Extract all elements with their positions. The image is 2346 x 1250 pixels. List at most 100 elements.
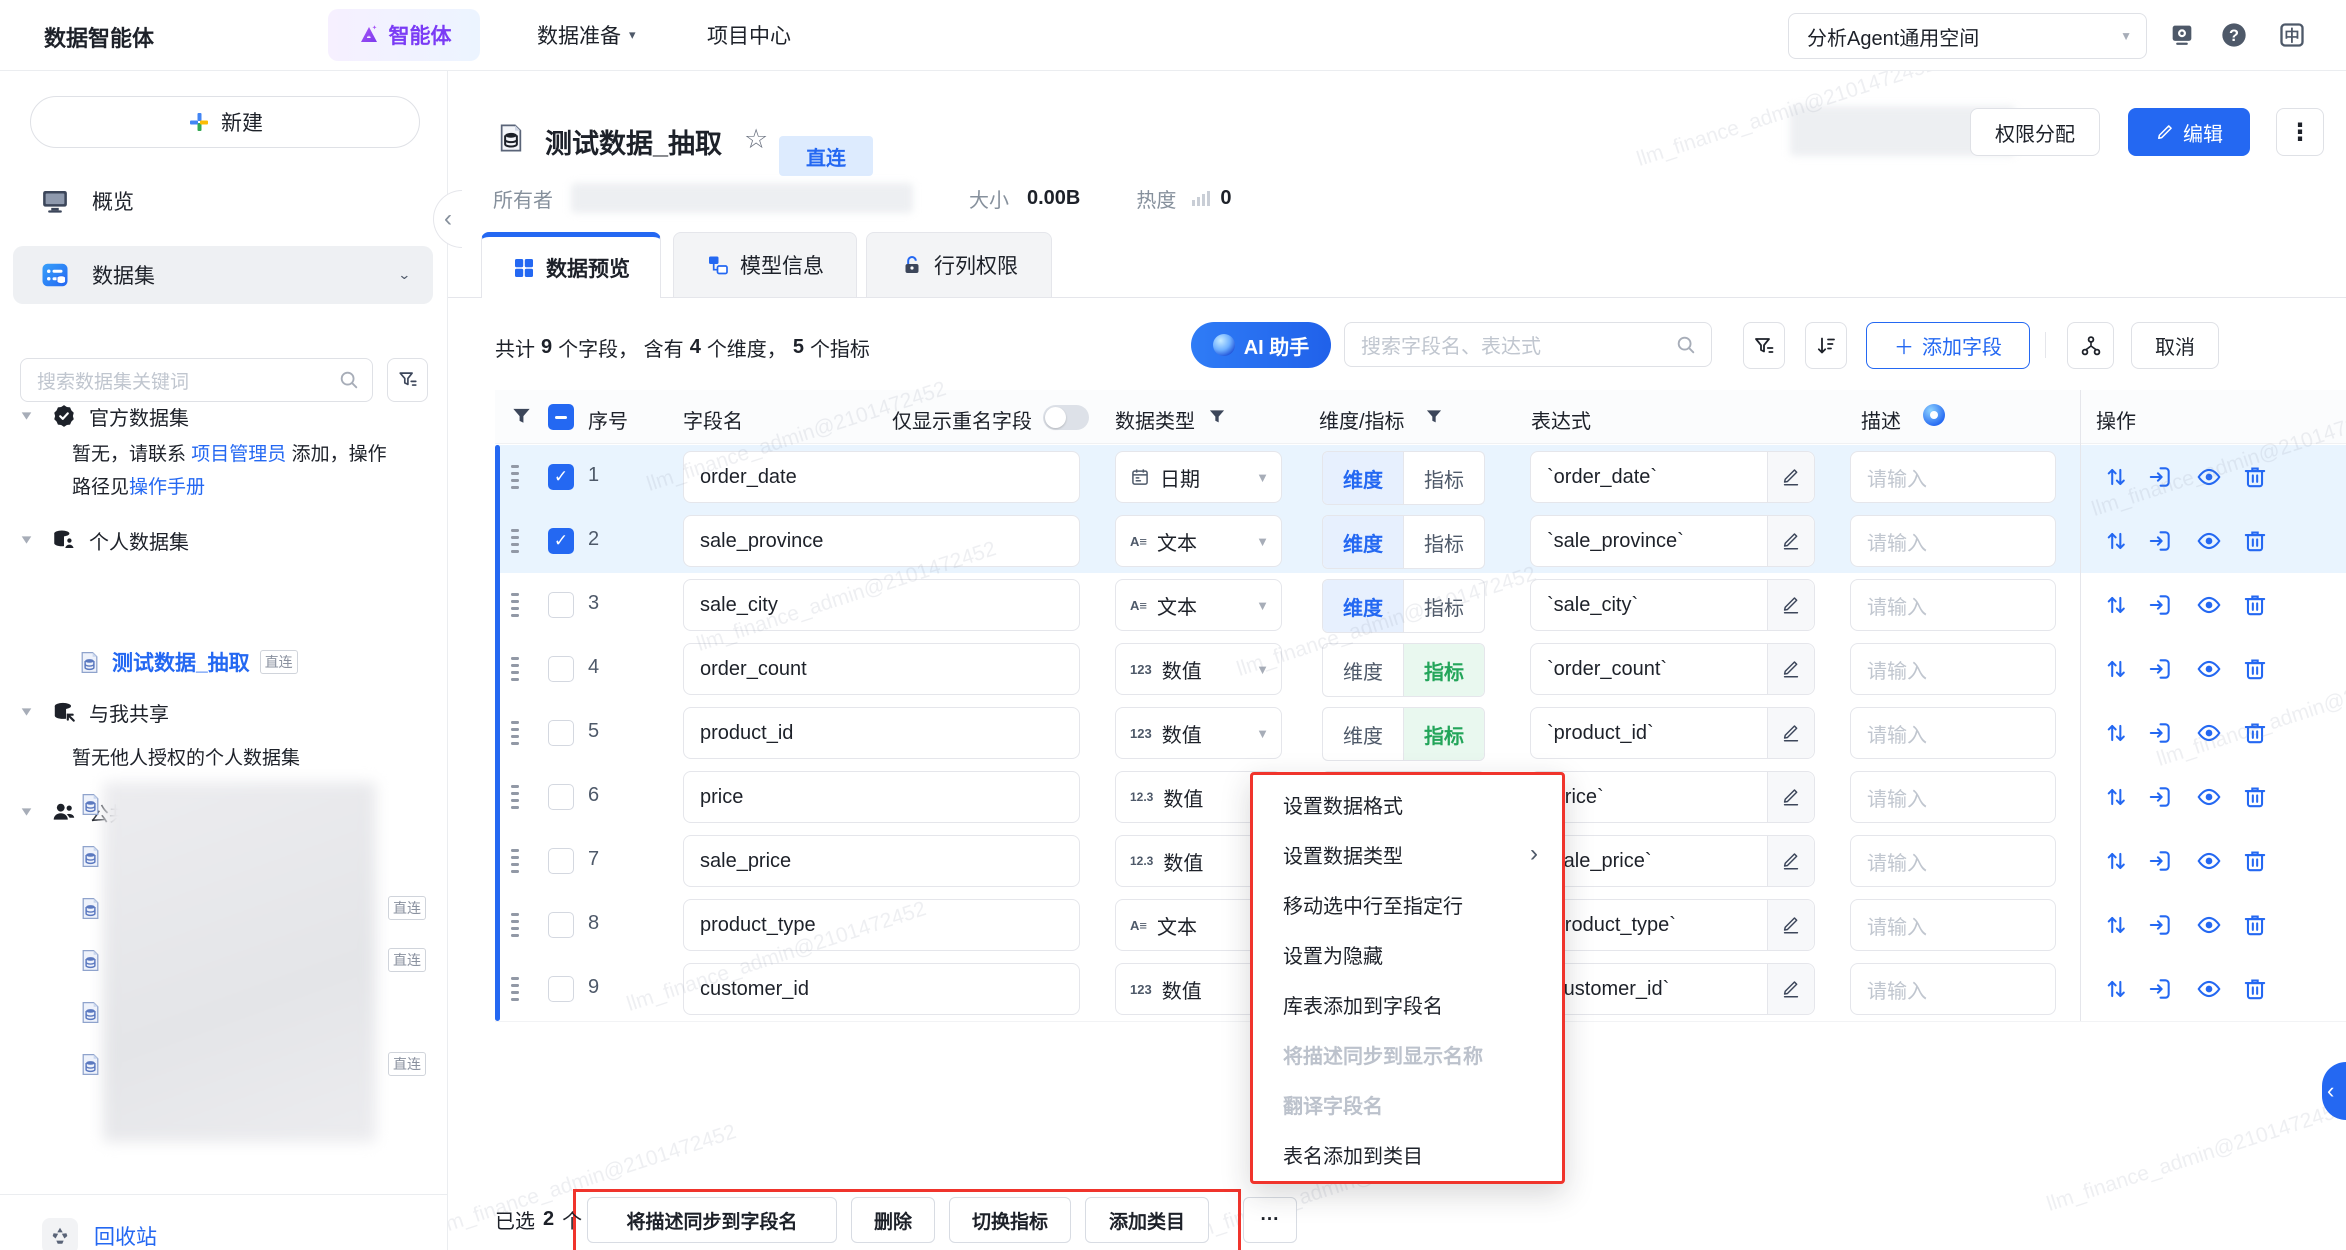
star-icon[interactable]: ☆ [744, 124, 768, 155]
move-row-button[interactable] [2103, 592, 2129, 618]
role-dimension-option[interactable]: 维度 [1323, 708, 1404, 760]
public-dataset-item[interactable] [78, 834, 438, 878]
language-icon[interactable]: 中 [2278, 21, 2306, 54]
tree-section-personal[interactable]: 个人数据集 [22, 516, 432, 564]
ai-assistant-button[interactable]: AI 助手 [1191, 322, 1331, 368]
ai-describe-icon[interactable] [1923, 404, 1945, 426]
drag-handle-icon[interactable] [508, 976, 522, 1007]
role-dimension-option[interactable]: 维度 [1323, 580, 1404, 632]
add-field-button[interactable]: ＋ 添加字段 [1866, 322, 2030, 369]
delete-row-button[interactable] [2242, 848, 2268, 874]
expression-edit-button[interactable] [1767, 772, 1814, 822]
delete-row-button[interactable] [2242, 592, 2268, 618]
move-row-button[interactable] [2103, 784, 2129, 810]
expression-input[interactable]: `sale_city` [1530, 579, 1815, 631]
move-row-button[interactable] [2103, 464, 2129, 490]
visibility-button[interactable] [2196, 464, 2222, 490]
side-panel-expand-tab[interactable]: ‹ [2322, 1062, 2346, 1120]
visibility-button[interactable] [2196, 912, 2222, 938]
workspace-select[interactable]: 分析Agent通用空间 ▼ [1788, 13, 2147, 59]
nav-project-center[interactable]: 项目中心 [707, 0, 791, 70]
expression-edit-button[interactable] [1767, 964, 1814, 1014]
expression-input[interactable]: `product_type` [1530, 899, 1815, 951]
drag-handle-icon[interactable] [508, 656, 522, 687]
context-menu-item[interactable]: 表名添加到类目 [1253, 1129, 1562, 1179]
tab-model-info[interactable]: 模型信息 [673, 232, 857, 298]
help-icon[interactable]: ? [2220, 21, 2248, 54]
nav-agent-tab[interactable]: 智能体 [328, 9, 480, 61]
expression-edit-button[interactable] [1767, 452, 1814, 502]
delete-row-button[interactable] [2242, 912, 2268, 938]
role-measure-option[interactable]: 指标 [1404, 580, 1484, 632]
cancel-button[interactable]: 取消 [2131, 322, 2219, 369]
description-input[interactable]: 请输入 [1850, 643, 2056, 695]
field-name-input[interactable]: product_id [683, 707, 1080, 759]
role-measure-option[interactable]: 指标 [1404, 516, 1484, 568]
field-name-input[interactable]: customer_id [683, 963, 1080, 1015]
tree-section-official[interactable]: 官方数据集 [22, 392, 432, 440]
edit-button[interactable]: 编辑 [2128, 108, 2250, 156]
permission-button[interactable]: 权限分配 [1970, 108, 2100, 156]
expression-edit-button[interactable] [1767, 644, 1814, 694]
public-dataset-item[interactable]: 直连 [78, 1042, 438, 1086]
field-name-input[interactable]: sale_city [683, 579, 1080, 631]
sidebar-item-recycle[interactable]: 回收站 [42, 1208, 157, 1250]
expression-input[interactable]: `sale_province` [1530, 515, 1815, 567]
visibility-button[interactable] [2196, 656, 2222, 682]
field-name-input[interactable]: sale_price [683, 835, 1080, 887]
row-checkbox[interactable]: ✓ [548, 528, 574, 554]
description-input[interactable]: 请输入 [1850, 835, 2056, 887]
context-menu-item[interactable]: 设置数据格式 [1253, 779, 1562, 829]
field-name-input[interactable]: order_count [683, 643, 1080, 695]
tab-data-preview[interactable]: 数据预览 [481, 232, 661, 298]
row-checkbox[interactable]: ✓ [548, 464, 574, 490]
field-search-input[interactable]: 搜索字段名、表达式 [1344, 322, 1712, 367]
description-input[interactable]: 请输入 [1850, 579, 2056, 631]
description-input[interactable]: 请输入 [1850, 963, 2056, 1015]
public-dataset-item[interactable] [78, 782, 438, 826]
data-type-select[interactable]: 123数值▼ [1115, 707, 1282, 759]
drag-handle-icon[interactable] [508, 528, 522, 559]
role-dimension-option[interactable]: 维度 [1323, 516, 1404, 568]
data-type-select[interactable]: A≡文本▼ [1115, 579, 1282, 631]
project-admin-link[interactable]: 项目管理员 [191, 444, 286, 465]
drag-handle-icon[interactable] [508, 912, 522, 943]
sidebar-item-overview[interactable]: 概览 [13, 172, 433, 230]
description-input[interactable]: 请输入 [1850, 515, 2056, 567]
move-row-button[interactable] [2103, 848, 2129, 874]
visibility-button[interactable] [2196, 592, 2222, 618]
field-name-input[interactable]: order_date [683, 451, 1080, 503]
drag-handle-icon[interactable] [508, 784, 522, 815]
console-icon[interactable] [2168, 21, 2196, 54]
tab-row-col-permission[interactable]: 行列权限 [866, 232, 1052, 298]
dup-toggle-switch[interactable] [1043, 405, 1089, 430]
more-actions-button[interactable]: ⋮ [2276, 108, 2324, 156]
description-input[interactable]: 请输入 [1850, 899, 2056, 951]
delete-row-button[interactable] [2242, 656, 2268, 682]
select-all-checkbox[interactable] [548, 404, 574, 430]
expression-input[interactable]: `product_id` [1530, 707, 1815, 759]
expression-input[interactable]: `order_date` [1530, 451, 1815, 503]
field-name-input[interactable]: sale_province [683, 515, 1080, 567]
delete-row-button[interactable] [2242, 976, 2268, 1002]
filter-rows-icon[interactable] [510, 405, 533, 433]
toggle-measure-button[interactable]: 切换指标 [949, 1197, 1071, 1243]
role-measure-option[interactable]: 指标 [1404, 644, 1484, 696]
role-dimension-option[interactable]: 维度 [1323, 452, 1404, 504]
drag-handle-icon[interactable] [508, 464, 522, 495]
row-checkbox[interactable] [548, 656, 574, 682]
move-row-button[interactable] [2103, 912, 2129, 938]
row-checkbox[interactable] [548, 976, 574, 1002]
move-row-button[interactable] [2103, 528, 2129, 554]
visibility-button[interactable] [2196, 848, 2222, 874]
sync-desc-to-fieldname-button[interactable]: 将描述同步到字段名 [587, 1197, 837, 1243]
drag-handle-icon[interactable] [508, 848, 522, 879]
dataset-item-active[interactable]: 测试数据_抽取 直连 [77, 638, 437, 686]
data-type-select[interactable]: 123数值▼ [1115, 643, 1282, 695]
manual-link[interactable]: 操作手册 [129, 477, 205, 498]
role-measure-option[interactable]: 指标 [1404, 452, 1484, 504]
expression-edit-button[interactable] [1767, 580, 1814, 630]
new-button[interactable]: 新建 [30, 96, 420, 148]
visibility-button[interactable] [2196, 784, 2222, 810]
public-dataset-item[interactable]: 直连 [78, 886, 438, 930]
